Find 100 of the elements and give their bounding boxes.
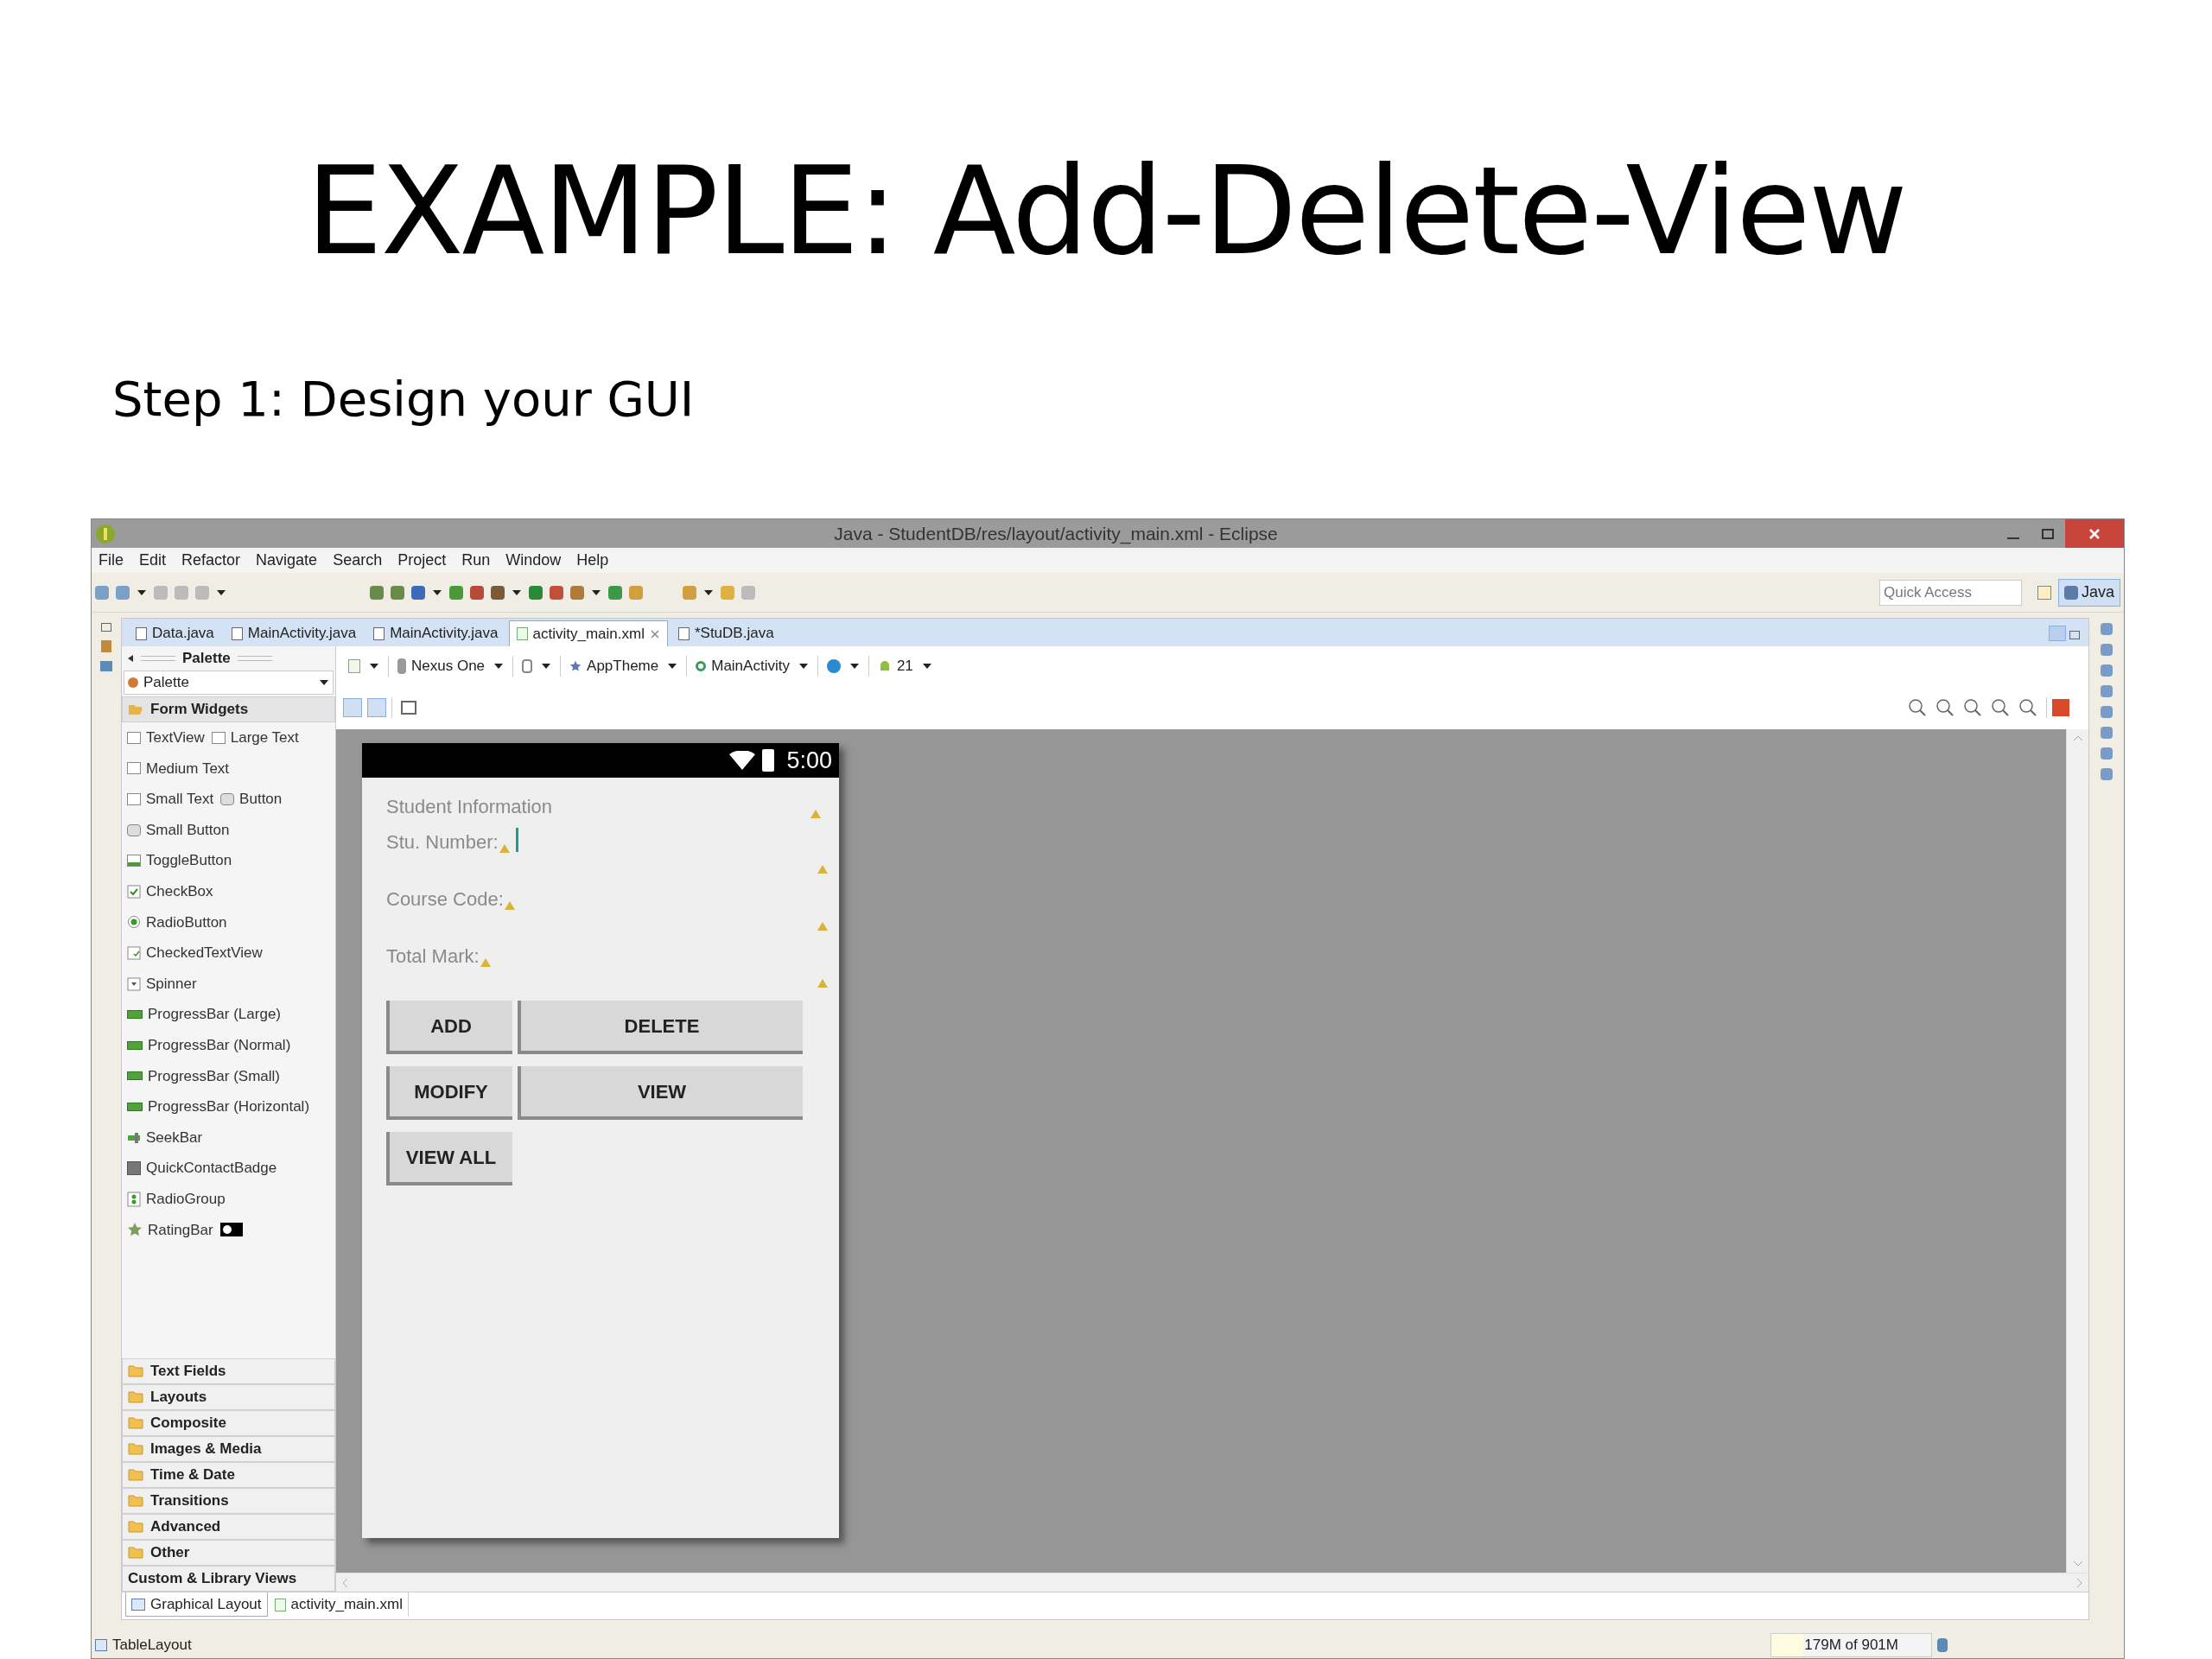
- palette-item[interactable]: ProgressBar (Normal): [127, 1034, 298, 1057]
- palette-item[interactable]: Spinner: [127, 972, 204, 995]
- palette-item[interactable]: Small Button: [127, 818, 237, 842]
- zoom-reset-icon[interactable]: [1908, 698, 1927, 717]
- table-icon[interactable]: [401, 701, 416, 715]
- fit-width-icon[interactable]: [343, 698, 362, 717]
- caret-icon[interactable]: [137, 588, 147, 596]
- caret-icon[interactable]: [849, 663, 860, 670]
- maximize-icon[interactable]: [2069, 631, 2080, 639]
- palette-section-header[interactable]: Form Widgets: [122, 696, 335, 722]
- caret-icon[interactable]: [798, 663, 809, 670]
- palette-section-header[interactable]: Custom & Library Views: [122, 1566, 335, 1592]
- palette-section-header[interactable]: Text Fields: [122, 1358, 335, 1384]
- palette-item[interactable]: CheckedTextView: [127, 942, 270, 964]
- palette-section-header[interactable]: Other: [122, 1540, 335, 1566]
- editor-tab[interactable]: *StuDB.java: [671, 620, 781, 646]
- close-button[interactable]: [2065, 519, 2124, 548]
- quick-access-field[interactable]: Quick Access: [1878, 579, 2022, 606]
- palette-item[interactable]: Large Text: [211, 727, 306, 749]
- text-cursor[interactable]: [515, 828, 518, 852]
- palette-item[interactable]: RatingBar: [127, 1218, 220, 1242]
- palette-item[interactable]: Small Text: [127, 788, 221, 810]
- palette-item[interactable]: ToggleButton: [127, 849, 239, 872]
- menu-item[interactable]: File: [99, 549, 124, 572]
- java-file-icon: [231, 626, 243, 640]
- editor-tab[interactable]: activity_main.xml: [508, 620, 668, 646]
- palette-item[interactable]: ProgressBar (Large): [127, 1003, 288, 1026]
- palette-item[interactable]: CheckBox: [127, 880, 220, 903]
- menu-item[interactable]: Help: [576, 549, 609, 572]
- caret-icon[interactable]: [703, 588, 714, 596]
- app-button[interactable]: DELETE: [518, 1001, 803, 1054]
- palette-item[interactable]: ProgressBar (Small): [127, 1065, 288, 1088]
- palette-item[interactable]: SeekBar: [127, 1126, 210, 1149]
- caret-icon[interactable]: [432, 588, 442, 596]
- horizontal-scrollbar[interactable]: [336, 1573, 2088, 1592]
- palette-item[interactable]: TextView: [127, 727, 212, 749]
- zoom-in-icon[interactable]: [2018, 698, 2037, 717]
- scroll-right-icon[interactable]: [2076, 1577, 2083, 1588]
- palette-item[interactable]: ProgressBar (Horizontal): [127, 1096, 317, 1118]
- vertical-scrollbar[interactable]: [2066, 729, 2088, 1573]
- caret-icon[interactable]: [216, 588, 226, 596]
- palette-item[interactable]: Medium Text: [127, 757, 237, 780]
- caret-icon[interactable]: [493, 663, 505, 670]
- menu-item[interactable]: Edit: [139, 549, 167, 572]
- palette-item[interactable]: RadioGroup: [127, 1187, 232, 1211]
- editor-tab[interactable]: Data.java: [129, 620, 221, 646]
- api-level-dropdown[interactable]: 21: [877, 655, 913, 677]
- menu-item[interactable]: Refactor: [181, 549, 241, 572]
- zoom-out-icon[interactable]: [1991, 698, 2010, 717]
- activity-dropdown[interactable]: MainActivity: [696, 655, 790, 677]
- caret-icon[interactable]: [319, 679, 329, 686]
- device-dropdown[interactable]: Nexus One: [397, 655, 486, 677]
- caret-icon[interactable]: [591, 588, 601, 596]
- palette-item[interactable]: QuickContactBadge: [127, 1157, 284, 1179]
- rotate-icon[interactable]: [522, 659, 533, 673]
- palette-section-header[interactable]: Time & Date: [122, 1462, 335, 1488]
- collapse-arrow-icon[interactable]: [127, 654, 134, 663]
- open-perspective-icon[interactable]: [2037, 585, 2051, 600]
- scroll-up-icon[interactable]: [2072, 734, 2083, 741]
- scroll-left-icon[interactable]: [341, 1577, 348, 1588]
- palette-section-header[interactable]: Advanced: [122, 1514, 335, 1540]
- app-button[interactable]: MODIFY: [386, 1066, 512, 1120]
- caret-icon[interactable]: [541, 663, 552, 670]
- scroll-down-icon[interactable]: [2072, 1560, 2083, 1567]
- app-button[interactable]: VIEW: [518, 1066, 803, 1120]
- config-icon[interactable]: [348, 659, 360, 673]
- caret-icon[interactable]: [921, 663, 932, 670]
- app-button[interactable]: VIEW ALL: [386, 1132, 512, 1185]
- palette-item[interactable]: Button: [220, 788, 289, 810]
- fit-height-icon[interactable]: [367, 698, 386, 717]
- java-perspective-button[interactable]: Java: [2057, 578, 2120, 607]
- slide-title: EXAMPLE: Add-Delete-View: [306, 147, 1906, 276]
- palette-section-header[interactable]: Images & Media: [122, 1436, 335, 1462]
- close-icon[interactable]: [649, 628, 660, 639]
- checked-text-icon: [127, 945, 141, 960]
- button-widget-icon: [127, 823, 141, 836]
- bottom-tab[interactable]: Graphical Layout: [125, 1592, 268, 1617]
- contact-badge-icon: [127, 1161, 141, 1176]
- palette-section-header[interactable]: Composite: [122, 1410, 335, 1436]
- menu-item[interactable]: Run: [461, 549, 491, 572]
- bottom-tab[interactable]: activity_main.xml: [269, 1592, 409, 1617]
- editor-tab[interactable]: MainActivity.java: [366, 620, 505, 646]
- theme-dropdown[interactable]: AppTheme: [569, 655, 659, 677]
- menu-item[interactable]: Project: [397, 549, 447, 572]
- palette-dropdown[interactable]: Palette: [124, 671, 334, 695]
- app-button[interactable]: ADD: [386, 1001, 512, 1054]
- palette-section-header[interactable]: Transitions: [122, 1488, 335, 1514]
- spinner-icon: [127, 976, 141, 991]
- menu-item[interactable]: Search: [333, 549, 383, 572]
- menu-item[interactable]: Window: [505, 549, 562, 572]
- zoom-fit-icon[interactable]: [1936, 698, 1955, 717]
- palette-section-header[interactable]: Layouts: [122, 1384, 335, 1410]
- caret-icon[interactable]: [512, 588, 522, 596]
- menu-item[interactable]: Navigate: [256, 549, 318, 572]
- zoom-actual-icon[interactable]: [1963, 698, 1982, 717]
- caret-icon[interactable]: [369, 663, 379, 670]
- switch-icon[interactable]: [219, 1223, 243, 1237]
- palette-item[interactable]: RadioButton: [127, 911, 234, 934]
- caret-icon[interactable]: [667, 663, 678, 670]
- editor-tab[interactable]: MainActivity.java: [224, 620, 364, 646]
